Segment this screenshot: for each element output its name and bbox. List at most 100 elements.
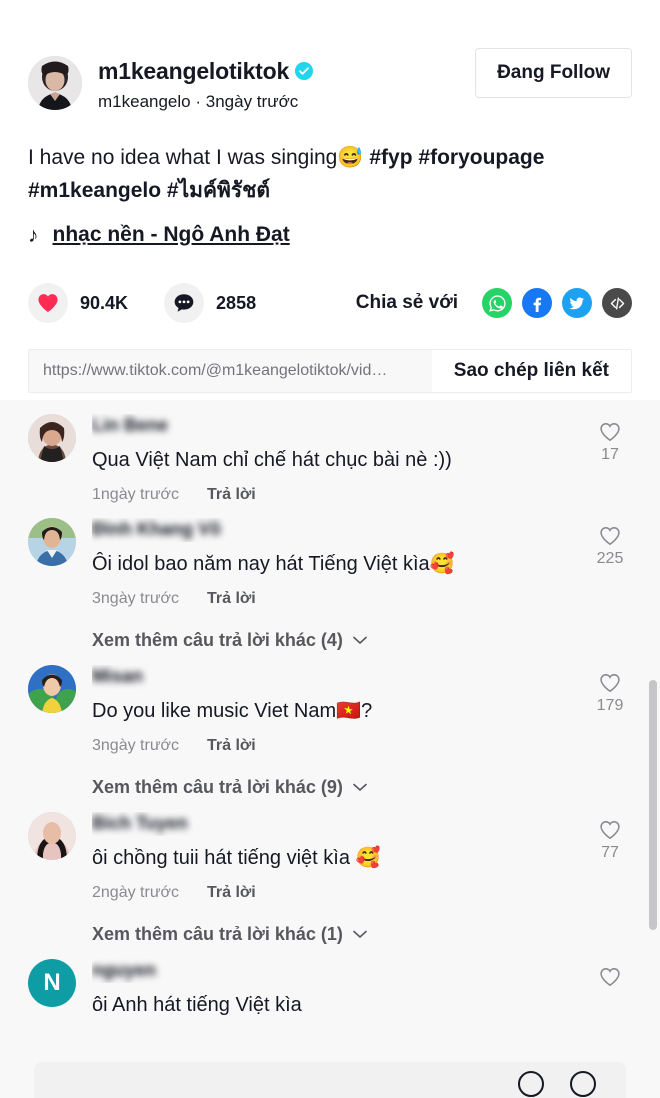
caption-text: I have no idea what I was singing bbox=[28, 146, 338, 169]
comment-author[interactable]: Misan bbox=[92, 665, 143, 687]
like-count: 90.4K bbox=[80, 292, 129, 313]
comment-author-wrap: nguyen bbox=[92, 959, 562, 983]
comment-item: Lin Bene Qua Việt Nam chỉ chế hát chục b… bbox=[0, 400, 660, 504]
twitter-icon[interactable] bbox=[562, 288, 592, 318]
comment-author[interactable]: nguyen bbox=[92, 959, 156, 981]
comment-meta: 3ngày trước Trả lời bbox=[92, 590, 562, 608]
comments-scrollbar-thumb[interactable] bbox=[649, 680, 657, 930]
tiktok-video-share-panel: m1keangelotiktok m1keangelo · 3ngày trướ… bbox=[0, 0, 660, 1098]
whatsapp-icon[interactable] bbox=[482, 288, 512, 318]
facebook-icon[interactable] bbox=[522, 288, 552, 318]
avatar[interactable]: N bbox=[28, 959, 76, 1007]
avatar[interactable] bbox=[28, 812, 76, 860]
author-avatar-image bbox=[28, 56, 82, 110]
comment-time: 1ngày trước bbox=[92, 486, 180, 503]
avatar-image bbox=[28, 518, 76, 566]
view-more-replies-button[interactable]: Xem thêm câu trả lời khác (4) bbox=[0, 608, 660, 651]
comment-bubble-icon[interactable] bbox=[164, 283, 205, 323]
verified-check-icon bbox=[295, 62, 314, 80]
comment-like-count: 225 bbox=[596, 550, 624, 567]
comment-meta: 1ngày trước Trả lời bbox=[92, 486, 562, 504]
avatar[interactable] bbox=[28, 518, 76, 566]
comment-meta: 3ngày trước Trả lời bbox=[92, 737, 562, 755]
comment-text: Do you like music Viet Nam🇻🇳? bbox=[92, 700, 373, 722]
comment-like-button[interactable] bbox=[588, 967, 632, 991]
comment-like-count: 77 bbox=[601, 844, 619, 861]
comment-author[interactable]: Lin Bene bbox=[92, 414, 168, 436]
author-username[interactable]: m1keangelotiktok bbox=[98, 57, 289, 85]
comment-text: ôi chồng tuii hát tiếng việt kìa 🥰 bbox=[92, 847, 381, 869]
comment-stat: 2858 bbox=[164, 283, 256, 323]
view-more-replies-label: Xem thêm câu trả lời khác (4) bbox=[92, 630, 343, 650]
music-title[interactable]: nhạc nền - Ngô Anh Đạt bbox=[53, 223, 290, 247]
reply-button[interactable]: Trả lời bbox=[207, 737, 256, 755]
comment-body: nguyen ôi Anh hát tiếng Việt kìa bbox=[92, 959, 632, 1019]
comments-scrollbar-track[interactable] bbox=[648, 400, 658, 1098]
music-row[interactable]: ♪ nhạc nền - Ngô Anh Đạt bbox=[28, 223, 632, 247]
comment-time: 3ngày trước bbox=[92, 737, 180, 754]
reply-button[interactable]: Trả lời bbox=[207, 486, 256, 504]
comment-author[interactable]: Đình Khang Võ bbox=[92, 518, 221, 540]
comment-item: Bich Tuyen ôi chồng tuii hát tiếng việt … bbox=[0, 798, 660, 902]
comment-item: N nguyen ôi Anh hát tiếng Việt kìa bbox=[0, 945, 660, 1019]
avatar[interactable] bbox=[28, 414, 76, 462]
avatar[interactable] bbox=[28, 665, 76, 713]
comment-body: Lin Bene Qua Việt Nam chỉ chế hát chục b… bbox=[92, 414, 632, 504]
comments-list[interactable]: Lin Bene Qua Việt Nam chỉ chế hát chục b… bbox=[0, 400, 660, 1098]
comment-like-button[interactable]: 17 bbox=[588, 422, 632, 464]
view-more-replies-button[interactable]: Xem thêm câu trả lời khác (1) bbox=[0, 902, 660, 945]
follow-button[interactable]: Đang Follow bbox=[475, 48, 632, 98]
comment-author[interactable]: Bich Tuyen bbox=[92, 812, 188, 834]
comment-input-bar[interactable] bbox=[34, 1062, 626, 1098]
embed-code-icon[interactable] bbox=[602, 288, 632, 318]
comment-author-wrap: Lin Bene bbox=[92, 414, 562, 438]
reply-button[interactable]: Trả lời bbox=[207, 884, 256, 902]
emoji-icon[interactable] bbox=[518, 1071, 544, 1097]
comment-text: Qua Việt Nam chỉ chế hát chục bài nè :)) bbox=[92, 449, 452, 471]
comment-author-wrap: Misan bbox=[92, 665, 562, 689]
heart-outline-icon bbox=[600, 821, 620, 840]
caption-emoji: 😅 bbox=[337, 146, 364, 169]
comment-meta: 2ngày trước Trả lời bbox=[92, 884, 562, 902]
comment-text: ôi Anh hát tiếng Việt kìa bbox=[92, 994, 302, 1016]
post-time: 3ngày trước bbox=[205, 92, 299, 111]
like-stat: 90.4K bbox=[28, 283, 128, 323]
comment-like-count: 179 bbox=[596, 697, 624, 714]
author-handle: m1keangelo bbox=[98, 92, 191, 111]
copy-link-button[interactable]: Sao chép liên kết bbox=[431, 350, 631, 392]
author-text: m1keangelotiktok m1keangelo · 3ngày trướ… bbox=[98, 56, 314, 114]
mention-icon[interactable] bbox=[570, 1071, 596, 1097]
hashtag-m1keangelo[interactable]: #m1keangelo bbox=[28, 179, 161, 202]
meta-separator: · bbox=[195, 92, 202, 111]
heart-filled-icon[interactable] bbox=[28, 283, 68, 323]
comment-body: Bich Tuyen ôi chồng tuii hát tiếng việt … bbox=[92, 812, 632, 902]
author-avatar[interactable] bbox=[28, 56, 82, 110]
comment-like-count: 17 bbox=[601, 446, 619, 463]
comment-count: 2858 bbox=[216, 292, 257, 313]
author-handle-time: m1keangelo · 3ngày trước bbox=[98, 90, 313, 114]
reply-button[interactable]: Trả lời bbox=[207, 590, 256, 608]
comment-like-button[interactable]: 77 bbox=[588, 820, 632, 862]
view-more-replies-button[interactable]: Xem thêm câu trả lời khác (9) bbox=[0, 755, 660, 798]
avatar-image bbox=[28, 665, 76, 713]
heart-outline-icon bbox=[600, 674, 620, 693]
comment-item: Đình Khang Võ Ôi idol bao năm nay hát Ti… bbox=[0, 504, 660, 608]
comment-author-wrap: Đình Khang Võ bbox=[92, 518, 562, 542]
share-link-field[interactable]: https://www.tiktok.com/@m1keangelotiktok… bbox=[29, 350, 432, 392]
comment-body: Misan Do you like music Viet Nam🇻🇳? 3ngà… bbox=[92, 665, 632, 755]
comment-like-button[interactable]: 179 bbox=[588, 673, 632, 715]
video-caption: I have no idea what I was singing😅 #fyp … bbox=[28, 141, 632, 207]
chevron-down-icon bbox=[353, 636, 367, 645]
comment-like-button[interactable]: 225 bbox=[588, 526, 632, 568]
heart-outline-icon bbox=[600, 423, 620, 442]
music-note-icon: ♪ bbox=[28, 223, 39, 247]
hashtag-foryoupage[interactable]: #foryoupage bbox=[418, 146, 544, 169]
comment-time: 2ngày trước bbox=[92, 884, 180, 901]
comment-time: 3ngày trước bbox=[92, 590, 180, 607]
hashtag-thai[interactable]: #ไมค์พิรัชต์ bbox=[167, 179, 270, 202]
hashtag-fyp[interactable]: #fyp bbox=[369, 146, 412, 169]
share-label: Chia sẻ với bbox=[355, 292, 458, 313]
stats-share-row: 90.4K 2858 Chia sẻ với bbox=[28, 282, 632, 324]
view-more-replies-label: Xem thêm câu trả lời khác (9) bbox=[92, 777, 343, 797]
author-row: m1keangelotiktok m1keangelo · 3ngày trướ… bbox=[28, 0, 632, 114]
